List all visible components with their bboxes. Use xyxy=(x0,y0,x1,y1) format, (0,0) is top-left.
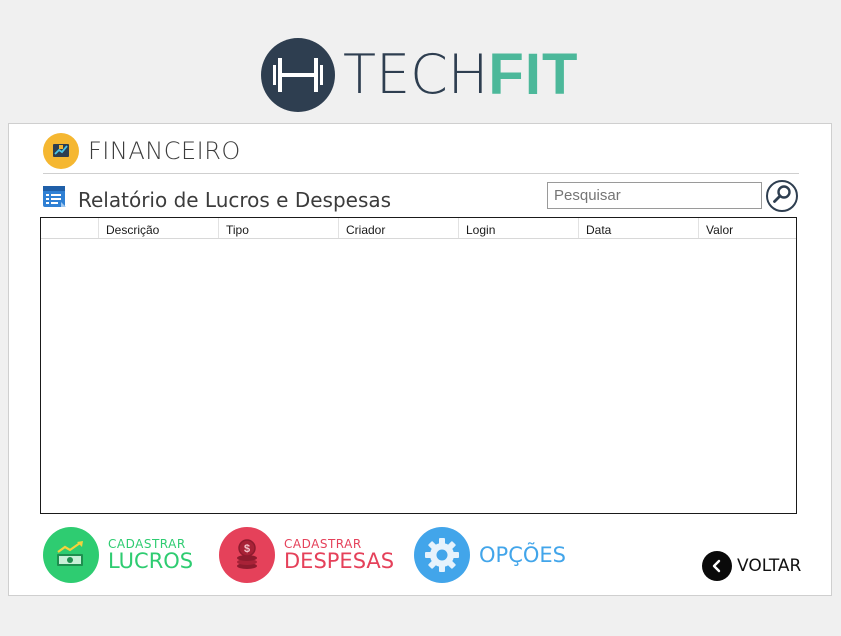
column-header-valor[interactable]: Valor xyxy=(699,218,796,238)
table-header: Descrição Tipo Criador Login Data Valor xyxy=(41,218,796,239)
despesas-big-label: DESPESAS xyxy=(284,549,395,573)
report-list-icon xyxy=(42,184,68,215)
column-header-tipo[interactable]: Tipo xyxy=(219,218,339,238)
column-header-criador[interactable]: Criador xyxy=(339,218,459,238)
cadastrar-lucros-button[interactable]: CADASTRAR LUCROS xyxy=(43,527,193,583)
coins-stack-icon: $ xyxy=(219,527,275,583)
logo-text-fit: FIT xyxy=(488,42,579,107)
page-title: FINANCEIRO xyxy=(88,137,241,165)
report-header: Relatório de Lucros e Despesas xyxy=(42,184,391,215)
cadastrar-despesas-button[interactable]: $ CADASTRAR DESPESAS xyxy=(219,527,394,583)
chevron-left-icon xyxy=(702,551,732,581)
main-panel: FINANCEIRO Relatório de Lucros e Despesa… xyxy=(8,123,832,596)
search-input[interactable] xyxy=(547,182,762,209)
money-growth-icon xyxy=(43,527,99,583)
gear-icon xyxy=(414,527,470,583)
row-selector-header xyxy=(41,218,99,238)
column-header-data[interactable]: Data xyxy=(579,218,699,238)
voltar-button[interactable]: VOLTAR xyxy=(702,551,801,581)
report-title: Relatório de Lucros e Despesas xyxy=(78,187,392,212)
column-header-descricao[interactable]: Descrição xyxy=(99,218,219,238)
section-header: FINANCEIRO xyxy=(43,133,241,169)
lucros-big-label: LUCROS xyxy=(108,549,194,573)
logo-text-tech: TECH xyxy=(343,43,489,106)
voltar-label: VOLTAR xyxy=(737,556,802,576)
svg-text:$: $ xyxy=(244,543,250,555)
magnifier-icon xyxy=(772,184,792,209)
opcoes-label: OPÇÕES xyxy=(479,543,566,567)
opcoes-button[interactable]: OPÇÕES xyxy=(414,527,566,583)
techfit-logo: TECH FIT xyxy=(261,38,578,112)
header-divider xyxy=(43,173,799,174)
dumbbell-logo-icon xyxy=(261,38,335,112)
column-header-login[interactable]: Login xyxy=(459,218,579,238)
report-table[interactable]: Descrição Tipo Criador Login Data Valor xyxy=(40,217,797,514)
search-button[interactable] xyxy=(766,180,798,212)
finance-chart-icon xyxy=(43,133,79,169)
